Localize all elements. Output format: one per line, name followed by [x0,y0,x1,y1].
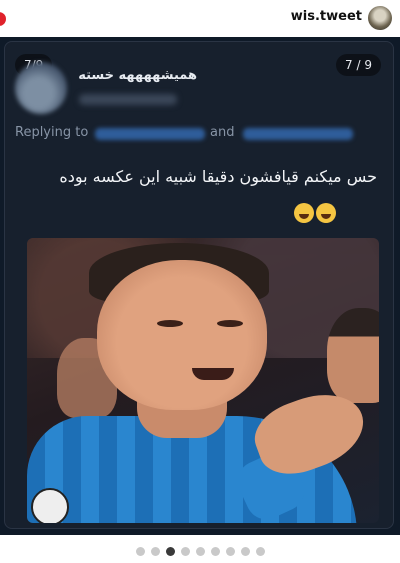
mention-blurred-1[interactable] [95,128,205,140]
replying-to-label: Replying to [15,125,89,140]
photo-background-person [327,308,379,403]
notification-dot-icon[interactable] [0,12,6,26]
pagination-dot[interactable] [255,547,265,556]
pagination-dot[interactable] [180,547,190,556]
photo-mouth [192,368,234,380]
emoji-laugh-icon [316,202,336,223]
tweet-avatar [15,62,67,114]
pagination-dot[interactable] [210,547,220,556]
mention-blurred-2[interactable] [243,128,353,140]
emoji-row [294,202,338,223]
tweet-text: حس میکنم قیافشون دقیقا شبیه این عکسه بود… [59,167,377,186]
slide-counter-right: 7 / 9 [336,54,381,76]
account-username[interactable]: wis.tweet [291,9,362,24]
pagination-dot[interactable] [240,547,250,556]
post-carousel-slide[interactable]: 7/9 7 / 9 همیشههههه خسته Replying to and… [0,37,400,535]
tweet-card: 7/9 7 / 9 همیشههههه خسته Replying to and… [4,41,394,529]
photo-ball-logo [31,488,69,523]
tweet-display-name: همیشههههه خسته [78,68,197,83]
avatar-icon[interactable] [368,6,392,30]
carousel-pagination [0,540,400,563]
pagination-dot[interactable] [225,547,235,556]
top-bar: wis.tweet [0,0,400,36]
emoji-laugh-icon [294,202,314,223]
photo-eye [157,320,183,327]
pagination-dot[interactable] [195,547,205,556]
and-label: and [210,125,235,140]
photo-face [97,260,267,410]
photo-eye [217,320,243,327]
pagination-dot[interactable] [165,547,175,556]
tweet-handle-blurred [79,94,177,105]
pagination-dot[interactable] [135,547,145,556]
tweet-photo[interactable] [27,238,379,523]
pagination-dot[interactable] [150,547,160,556]
